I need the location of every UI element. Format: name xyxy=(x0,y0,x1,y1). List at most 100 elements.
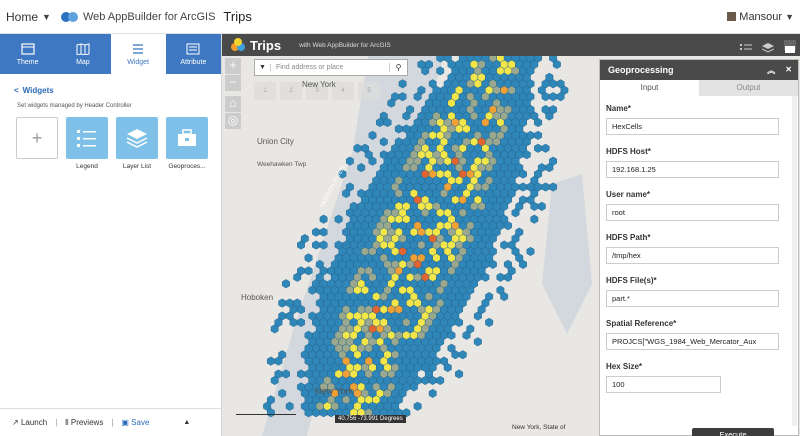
section-description: Set widgets managed by Header Controller xyxy=(17,103,132,109)
locate-icon[interactable]: ◎ xyxy=(225,113,241,129)
hex-cell xyxy=(308,285,317,295)
tab-label: Attribute xyxy=(180,58,207,66)
tab-input[interactable]: Input xyxy=(600,80,699,96)
hex-cell xyxy=(270,375,279,386)
hex-cell xyxy=(342,188,351,199)
close-icon[interactable]: ✕ xyxy=(785,65,792,76)
hex-cell xyxy=(334,214,343,224)
save-label: Save xyxy=(131,418,150,427)
toolbox-icon[interactable] xyxy=(784,40,796,53)
app-name: Web AppBuilder for ArcGIS xyxy=(82,10,216,23)
tab-theme[interactable]: Theme xyxy=(0,34,55,74)
hdfs-host-field[interactable]: 192.168.1.25 xyxy=(606,161,779,178)
hex-cell xyxy=(353,143,362,153)
hex-cell xyxy=(500,240,509,250)
plus-icon: + xyxy=(16,117,58,159)
map-label: New York xyxy=(302,80,336,89)
zoom-controls: + − ⌂ ◎ xyxy=(225,58,241,129)
user-name-field[interactable]: root xyxy=(606,204,779,221)
hdfs-files-field[interactable]: part.* xyxy=(606,290,779,307)
search-icon[interactable]: ⚲ xyxy=(389,63,407,72)
hex-cell xyxy=(398,92,407,102)
bookmark-item[interactable]: 2 xyxy=(280,82,302,100)
tab-label: Theme xyxy=(16,58,39,66)
collapse-icon[interactable]: ︽ xyxy=(767,65,775,76)
hex-cell xyxy=(534,143,542,153)
panel-header: Geoprocessing ︽ ✕ xyxy=(600,60,798,80)
hex-cell xyxy=(346,156,354,166)
hex-cell xyxy=(428,388,437,398)
tab-label: Map xyxy=(76,58,90,66)
avatar xyxy=(727,12,737,21)
user-menu[interactable]: Mansour ▼ xyxy=(727,11,794,23)
hex-cell xyxy=(297,369,305,379)
previews-button[interactable]: ⫴ Previews xyxy=(65,418,103,428)
chevron-down-icon[interactable]: ▼ xyxy=(255,64,271,71)
page-name[interactable]: Trips xyxy=(223,9,251,24)
hex-cell xyxy=(496,272,505,282)
top-bar: Home ▼ Web AppBuilder for ArcGIS Trips M… xyxy=(0,0,800,34)
name-field[interactable]: HexCells xyxy=(606,118,779,135)
widget-geoprocessing[interactable]: Geoproces... xyxy=(166,117,208,170)
gp-form: Name* HexCells HDFS Host* 192.168.1.25 U… xyxy=(600,96,798,393)
legend-icon[interactable] xyxy=(740,40,752,50)
map-label: Hoboken xyxy=(241,293,274,302)
layers-icon[interactable] xyxy=(761,40,775,53)
theme-icon xyxy=(21,42,35,55)
hex-size-field[interactable]: 100 xyxy=(606,376,721,393)
hex-cell xyxy=(436,375,445,386)
divider: | xyxy=(55,418,58,427)
widget-legend[interactable]: Legend xyxy=(66,117,108,170)
add-widget-button[interactable]: + xyxy=(16,117,58,170)
hex-cell xyxy=(282,279,290,289)
tab-map[interactable]: Map xyxy=(55,34,110,74)
hex-cell xyxy=(534,130,542,140)
hex-cell xyxy=(312,227,320,237)
hex-cell xyxy=(394,124,403,134)
execute-button[interactable]: Execute xyxy=(692,428,774,436)
bookmark-item[interactable]: 1 xyxy=(254,82,276,100)
tab-label: Widget xyxy=(127,58,150,66)
search-input[interactable]: Find address or place xyxy=(271,64,389,71)
field-label: Hex Size* xyxy=(606,362,643,371)
hex-cell xyxy=(549,79,557,89)
zoom-in-button[interactable]: + xyxy=(225,58,241,74)
hex-cell xyxy=(489,259,497,269)
save-button[interactable]: ▣ Save xyxy=(121,418,149,427)
tab-attribute[interactable]: Attribute xyxy=(166,34,221,74)
bookmark-item[interactable]: 5 xyxy=(358,82,380,100)
hex-cell xyxy=(304,266,313,276)
field-label: Name* xyxy=(606,104,631,113)
toolbox-icon xyxy=(166,117,208,159)
hex-cell xyxy=(278,298,287,308)
home-icon[interactable]: ⌂ xyxy=(225,96,241,112)
hex-cell xyxy=(473,337,482,347)
home-menu[interactable]: Home ▼ xyxy=(6,10,51,24)
tab-output[interactable]: Output xyxy=(699,80,798,96)
hdfs-path-field[interactable]: /tmp/hex xyxy=(606,247,779,264)
hex-cell xyxy=(537,201,546,211)
scrollbar[interactable] xyxy=(792,96,797,426)
map-view[interactable]: Trips with Web AppBuilder for ArcGIS + −… xyxy=(222,34,800,436)
chevron-up-icon[interactable]: ▲ xyxy=(183,419,190,426)
widgets-back-link[interactable]: < Widgets xyxy=(14,86,221,95)
hex-cell xyxy=(504,221,512,231)
hex-cell xyxy=(519,182,527,192)
hex-cell xyxy=(312,240,320,250)
spatial-reference-field[interactable]: PROJCS["WGS_1984_Web_Mercator_Aux xyxy=(606,333,779,350)
widget-layer-list[interactable]: Layer List xyxy=(116,117,158,170)
hex-cell xyxy=(530,214,539,224)
attribute-icon xyxy=(186,43,200,54)
launch-button[interactable]: ↗ Launch xyxy=(12,418,47,427)
hex-cell xyxy=(402,111,411,121)
map-icon xyxy=(76,42,90,55)
widget-label: Geoproces... xyxy=(168,163,206,170)
zoom-out-button[interactable]: − xyxy=(225,75,241,91)
field-label: Spatial Reference* xyxy=(606,319,677,328)
hex-cell xyxy=(285,401,294,411)
geoprocessing-panel: Geoprocessing ︽ ✕ Input Output Name* Hex… xyxy=(599,59,799,436)
tab-widget[interactable]: Widget xyxy=(110,34,166,74)
hex-cell xyxy=(282,369,290,379)
panel-tabs: Input Output xyxy=(600,80,798,96)
hex-cell xyxy=(485,317,494,328)
